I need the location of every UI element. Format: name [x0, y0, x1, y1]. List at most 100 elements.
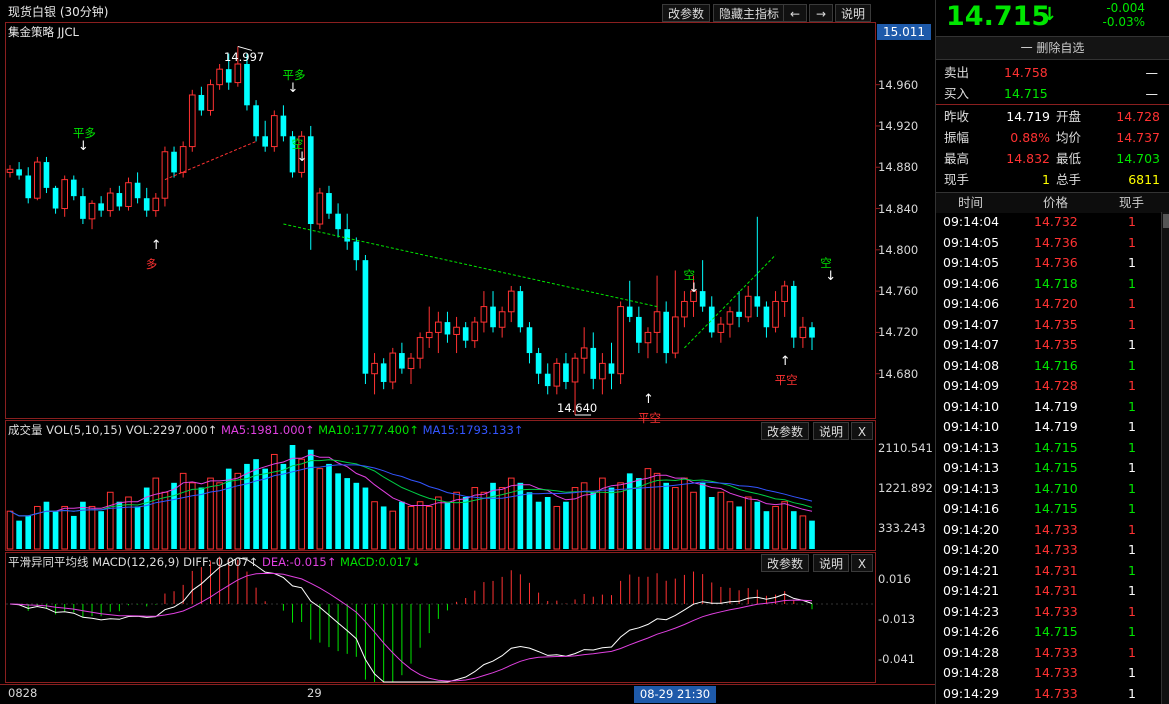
tick-row[interactable]: 09:14:04 14.732 1 — [936, 212, 1162, 232]
tick-row[interactable]: 09:14:05 14.736 1 — [936, 233, 1162, 253]
macd-edit-params-button[interactable]: 改参数 — [761, 554, 810, 572]
candle — [198, 86, 205, 116]
volume-panel-name: 成交量 — [8, 423, 43, 437]
volume-bar — [526, 492, 533, 549]
macd-dea-value: DEA:-0.015↑ — [261, 555, 337, 569]
volume-bar — [116, 501, 123, 549]
volume-edit-params-button[interactable]: 改参数 — [761, 422, 810, 440]
tick-row[interactable]: 09:14:06 14.718 1 — [936, 274, 1162, 294]
tick-row[interactable]: 09:14:28 14.733 1 — [936, 663, 1162, 683]
tick-volume: 1 — [1128, 685, 1136, 701]
stat-value: 0.88% — [1010, 130, 1050, 145]
tick-list[interactable]: 09:14:04 14.732 1 09:14:05 14.736 1 09:14:05 14… — [936, 212, 1162, 704]
volume-close-icon[interactable]: X — [851, 422, 873, 440]
volume-bar — [270, 453, 278, 550]
volume-bar — [671, 487, 679, 550]
tick-row[interactable]: 09:14:08 14.716 1 — [936, 356, 1162, 376]
candle — [790, 280, 797, 348]
price-change-pct: -0.03% — [1102, 15, 1145, 29]
volume-bar — [298, 458, 305, 550]
tick-row[interactable]: 09:14:26 14.715 1 — [936, 622, 1162, 642]
tick-price: 14.719 — [1034, 398, 1078, 414]
tick-row[interactable]: 09:14:10 14.719 1 — [936, 397, 1162, 417]
volume-ma5: MA5:1981.000↑ — [220, 423, 315, 437]
volume-bar — [653, 472, 661, 550]
tick-row[interactable]: 09:14:07 14.735 1 — [936, 335, 1162, 355]
tick-row[interactable]: 09:14:13 14.715 1 — [936, 458, 1162, 478]
tick-row[interactable]: 09:14:28 14.733 1 — [936, 643, 1162, 663]
remove-watchlist-button[interactable]: 一 删除自选 — [936, 36, 1169, 60]
tick-volume: 1 — [1128, 439, 1136, 455]
chart-svg — [0, 22, 935, 685]
signal-line — [283, 223, 658, 308]
tick-row[interactable]: 09:14:23 14.733 1 — [936, 602, 1162, 622]
tick-row[interactable]: 09:14:05 14.736 1 — [936, 253, 1162, 273]
volume-bar — [280, 463, 287, 549]
tick-row[interactable]: 09:14:29 14.733 1 — [936, 684, 1162, 704]
volume-help-button[interactable]: 说明 — [813, 422, 850, 440]
tick-row[interactable]: 09:14:21 14.731 1 — [936, 561, 1162, 581]
scrollbar-thumb[interactable] — [1163, 214, 1169, 228]
tick-row[interactable]: 09:14:20 14.733 1 — [936, 520, 1162, 540]
volume-bar — [809, 520, 815, 549]
tick-volume: 1 — [1128, 562, 1136, 578]
tick-volume: 1 — [1128, 378, 1136, 393]
volume-bar — [106, 491, 114, 550]
volume-ma10: MA10:1777.400↑ — [318, 423, 419, 437]
stat-value: 14.703 — [1116, 151, 1160, 166]
tick-row[interactable]: 09:14:06 14.720 1 — [936, 294, 1162, 314]
tick-volume: 1 — [1128, 542, 1136, 557]
candle — [116, 185, 123, 211]
tick-row[interactable]: 09:14:21 14.731 1 — [936, 581, 1162, 601]
sell-row: 卖出 14.758 — — [936, 62, 1169, 83]
volume-bar — [80, 501, 86, 549]
volume-panel-params: VOL(5,10,15) — [46, 423, 123, 437]
tick-row[interactable]: 09:14:13 14.710 1 — [936, 479, 1162, 499]
tick-row[interactable]: 09:14:10 14.719 1 — [936, 417, 1162, 437]
tick-row[interactable]: 09:14:20 14.733 1 — [936, 540, 1162, 560]
tick-price: 14.715 — [1034, 460, 1078, 475]
buy-volume: — — [1145, 86, 1159, 101]
volume-ytick: 2110.541 — [878, 441, 933, 455]
chart-area[interactable]: 现货白银 (30分钟) 改参数 隐藏主指标 ← → 说明 集金策略 JJCL 1… — [0, 0, 935, 704]
candle — [763, 301, 770, 338]
tick-volume: 1 — [1128, 419, 1136, 434]
price-ytick: 14.680 — [878, 366, 919, 381]
signal-annotation: 空 — [683, 267, 696, 282]
volume-bar — [353, 482, 360, 549]
volume-bar — [316, 468, 324, 550]
candle — [179, 141, 187, 178]
candle — [471, 316, 479, 348]
tick-row[interactable]: 09:14:13 14.715 1 — [936, 438, 1162, 458]
tick-price: 14.733 — [1034, 665, 1078, 680]
macd-panel-header: 平滑异同平均线 MACD(12,26,9) DIFF:-0.007↑ DEA:-… — [8, 554, 421, 570]
candle — [161, 146, 169, 207]
tick-row[interactable]: 09:14:16 14.715 1 — [936, 499, 1162, 519]
signal-annotation: 平空 — [774, 373, 798, 388]
candle — [809, 322, 815, 350]
tick-row[interactable]: 09:14:09 14.728 1 — [936, 376, 1162, 396]
volume-bar — [407, 505, 415, 550]
tick-time: 09:14:21 — [943, 562, 1000, 578]
volume-bar — [61, 505, 69, 550]
volume-bar — [663, 482, 670, 549]
candle — [744, 285, 752, 323]
candle — [490, 291, 496, 333]
volume-bar — [535, 501, 542, 549]
candle — [726, 306, 734, 338]
candle — [125, 177, 132, 211]
volume-bar — [444, 501, 451, 549]
macd-help-button[interactable]: 说明 — [813, 554, 850, 572]
arrow-down-icon: ↓ — [688, 280, 700, 296]
candle — [80, 187, 86, 225]
volume-bar — [98, 511, 104, 549]
price-ytick: 14.800 — [878, 242, 919, 257]
buy-row: 买入 14.715 — — [936, 83, 1169, 104]
macd-close-icon[interactable]: X — [851, 554, 873, 572]
tick-list-scrollbar[interactable] — [1161, 212, 1169, 704]
tick-price: 14.733 — [1034, 644, 1078, 660]
tick-row[interactable]: 09:14:07 14.735 1 — [936, 315, 1162, 335]
macd-panel-name: 平滑异同平均线 — [8, 555, 89, 569]
tick-price: 14.715 — [1034, 624, 1078, 639]
signal-annotation: 平多 — [72, 126, 96, 141]
